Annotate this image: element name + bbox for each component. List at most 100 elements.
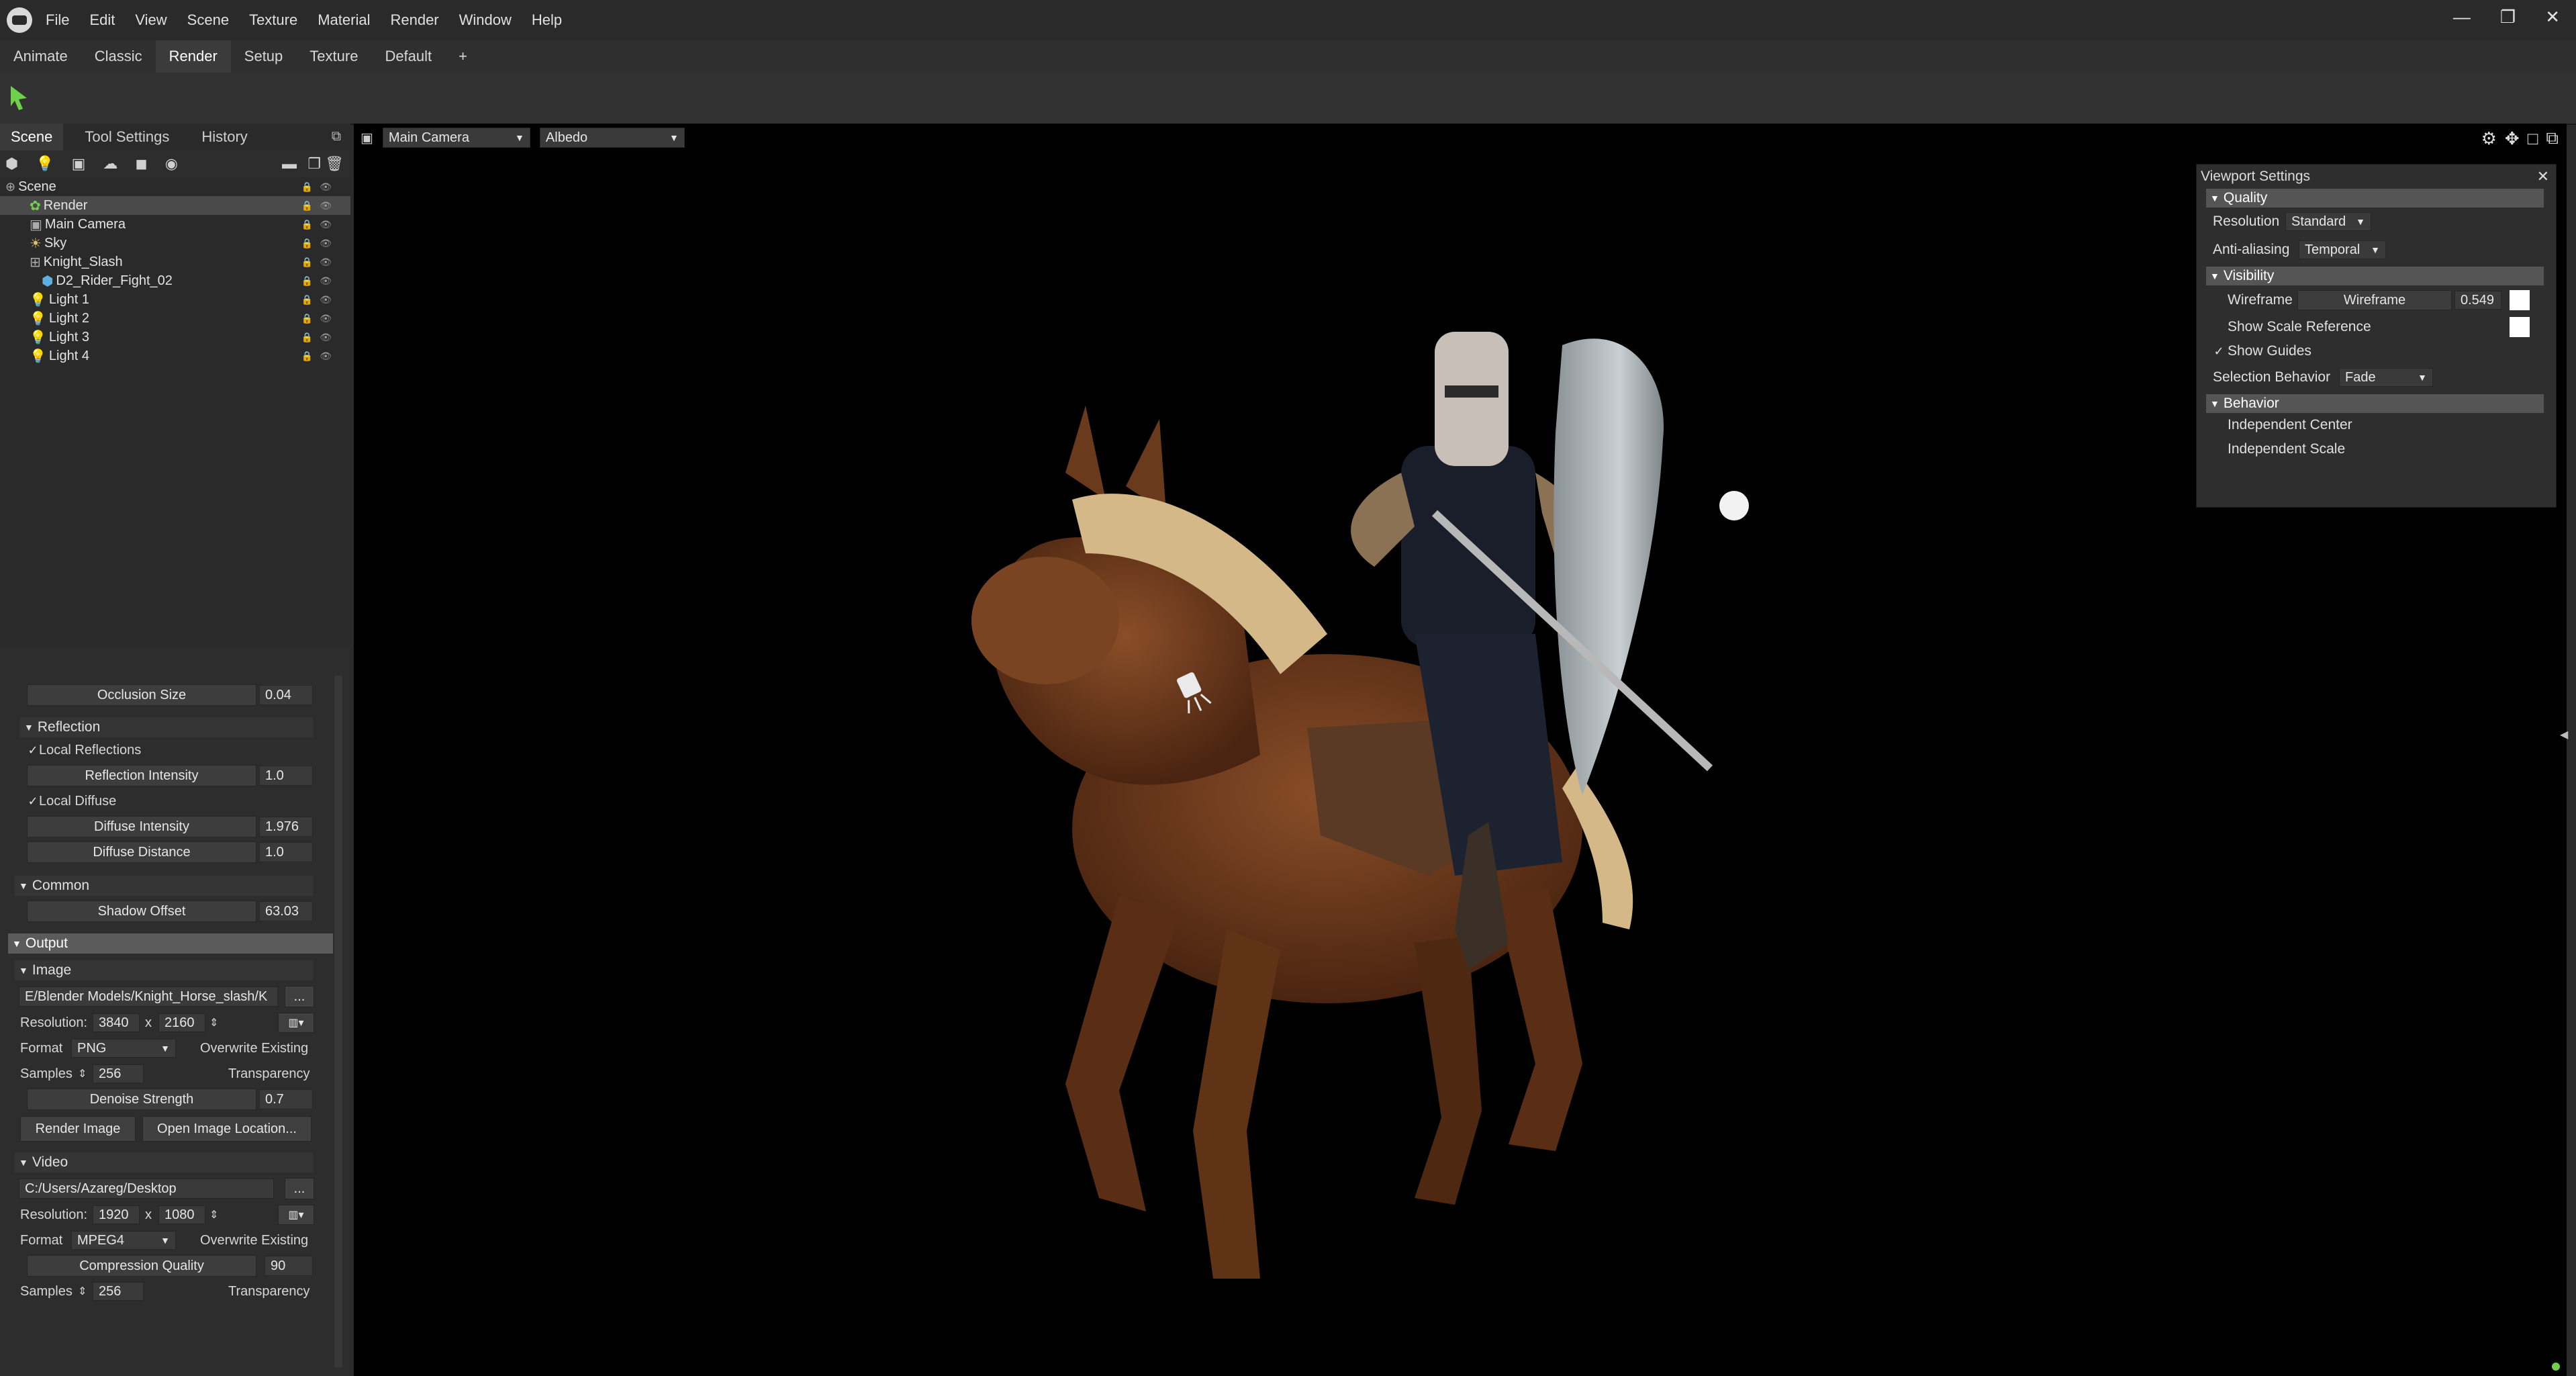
- wireframe-checkbox[interactable]: [2213, 294, 2225, 306]
- resolution-preset-button[interactable]: ▥▾: [278, 1013, 314, 1033]
- video-samples-input[interactable]: 256: [93, 1282, 144, 1301]
- close-icon[interactable]: ✕: [2545, 7, 2560, 28]
- diffuse-distance-slider[interactable]: Diffuse Distance: [27, 841, 256, 863]
- stepper-icon[interactable]: ⇕: [78, 1067, 87, 1081]
- scale-reference-color-swatch[interactable]: [2510, 317, 2530, 337]
- video-browse-button[interactable]: ...: [285, 1178, 314, 1199]
- common-section[interactable]: ▼ Common: [15, 876, 313, 896]
- antialiasing-dropdown[interactable]: Temporal ▼: [2299, 240, 2386, 259]
- local-diffuse-checkbox[interactable]: ✓: [27, 794, 39, 808]
- restore-icon[interactable]: ❐: [2500, 7, 2516, 28]
- add-group-icon[interactable]: ☁: [103, 155, 117, 173]
- outliner-item-d2-rider[interactable]: ⬢ D2_Rider_Fight_02 🔒👁: [0, 271, 350, 290]
- add-tab-button[interactable]: +: [445, 40, 481, 73]
- resolution-dropdown[interactable]: Standard ▼: [2285, 212, 2371, 231]
- select-cursor-icon[interactable]: [9, 85, 30, 111]
- add-shape-icon[interactable]: ◼: [135, 155, 147, 173]
- independent-center-checkbox[interactable]: [2213, 419, 2225, 431]
- visibility-section[interactable]: ▼ Visibility: [2206, 267, 2544, 285]
- video-resolution-height[interactable]: 1080: [158, 1205, 205, 1224]
- add-object-icon[interactable]: ⬢: [5, 155, 18, 173]
- add-material-icon[interactable]: ◉: [165, 155, 178, 173]
- outliner-item-knight-slash[interactable]: ⊞ Knight_Slash 🔒👁: [0, 253, 350, 271]
- denoise-strength-input[interactable]: 0.7: [259, 1089, 313, 1109]
- video-resolution-width[interactable]: 1920: [93, 1205, 140, 1224]
- menu-render[interactable]: Render: [390, 11, 438, 29]
- image-section[interactable]: ▼ Image: [15, 960, 313, 980]
- outliner-item-light-3[interactable]: 💡 Light 3 🔒👁: [0, 328, 350, 347]
- quality-section[interactable]: ▼ Quality: [2206, 189, 2544, 208]
- tab-texture[interactable]: Texture: [296, 40, 371, 73]
- menu-texture[interactable]: Texture: [249, 11, 297, 29]
- reflection-intensity-slider[interactable]: Reflection Intensity: [27, 765, 256, 786]
- denoise-strength-slider[interactable]: Denoise Strength: [27, 1089, 256, 1110]
- outliner-item-render[interactable]: ✿ Render 🔒👁: [0, 196, 350, 215]
- add-light-icon[interactable]: 💡: [36, 155, 54, 173]
- tab-classic[interactable]: Classic: [81, 40, 156, 73]
- occlusion-size-input[interactable]: 0.04: [259, 685, 313, 705]
- lock-visibility-icons[interactable]: 🔒👁: [301, 313, 338, 324]
- wireframe-value-input[interactable]: 0.549: [2454, 291, 2501, 310]
- stepper-icon[interactable]: ⇕: [209, 1016, 218, 1029]
- tab-scene[interactable]: Scene: [0, 124, 64, 150]
- compression-quality-slider[interactable]: Compression Quality: [27, 1255, 256, 1277]
- add-camera-icon[interactable]: ▣: [72, 155, 86, 173]
- minimize-icon[interactable]: —: [2453, 7, 2471, 28]
- duplicate-icon[interactable]: ❐: [307, 155, 321, 173]
- outliner-item-sky[interactable]: ☀ Sky 🔒👁: [0, 234, 350, 253]
- selection-behavior-dropdown[interactable]: Fade ▼: [2339, 368, 2433, 387]
- shadow-offset-slider[interactable]: Shadow Offset: [27, 901, 256, 922]
- behavior-section[interactable]: ▼ Behavior: [2206, 394, 2544, 413]
- side-collapse-arrow-icon[interactable]: ◀: [2560, 728, 2568, 755]
- outliner-item-light-1[interactable]: 💡 Light 1 🔒👁: [0, 290, 350, 309]
- tab-animate[interactable]: Animate: [0, 40, 81, 73]
- video-resolution-preset-button[interactable]: ▥▾: [278, 1205, 314, 1225]
- tab-render[interactable]: Render: [155, 40, 231, 73]
- independent-scale-checkbox[interactable]: [2213, 443, 2225, 455]
- stepper-icon[interactable]: ⇕: [78, 1285, 87, 1298]
- stepper-icon[interactable]: ⇕: [209, 1208, 218, 1222]
- lock-visibility-icons[interactable]: 🔒👁: [301, 219, 338, 230]
- image-resolution-height[interactable]: 2160: [158, 1013, 205, 1032]
- outliner-item-light-4[interactable]: 💡 Light 4 🔒👁: [0, 347, 350, 365]
- video-format-dropdown[interactable]: MPEG4 ▼: [71, 1231, 176, 1250]
- open-image-location-button[interactable]: Open Image Location...: [142, 1116, 312, 1142]
- show-scale-reference-checkbox[interactable]: [2213, 321, 2225, 333]
- menu-help[interactable]: Help: [532, 11, 562, 29]
- menu-scene[interactable]: Scene: [187, 11, 229, 29]
- wireframe-color-swatch[interactable]: [2510, 290, 2530, 310]
- folder-icon[interactable]: ▬: [282, 155, 297, 173]
- output-section[interactable]: ▼ Output: [8, 933, 333, 954]
- video-path-input[interactable]: C:/Users/Azareg/Desktop: [19, 1179, 274, 1199]
- outliner-item-light-2[interactable]: 💡 Light 2 🔒👁: [0, 309, 350, 328]
- lock-visibility-icons[interactable]: 🔒👁: [301, 257, 338, 268]
- lock-visibility-icons[interactable]: 🔒👁: [301, 238, 338, 249]
- diffuse-distance-input[interactable]: 1.0: [259, 842, 313, 862]
- render-image-button[interactable]: Render Image: [20, 1116, 136, 1142]
- shadow-offset-input[interactable]: 63.03: [259, 901, 313, 921]
- menu-material[interactable]: Material: [318, 11, 370, 29]
- close-icon[interactable]: ✕: [2537, 168, 2549, 185]
- lock-visibility-icons[interactable]: 🔒👁: [301, 275, 338, 287]
- lock-visibility-icons[interactable]: 🔒👁: [301, 294, 338, 306]
- image-resolution-width[interactable]: 3840: [93, 1013, 140, 1032]
- lock-visibility-icons[interactable]: 🔒👁: [301, 200, 338, 212]
- outliner-item-main-camera[interactable]: ▣ Main Camera 🔒👁: [0, 215, 350, 234]
- compression-quality-input[interactable]: 90: [265, 1256, 313, 1276]
- menu-view[interactable]: View: [135, 11, 166, 29]
- wireframe-slider[interactable]: Wireframe: [2297, 290, 2452, 310]
- occlusion-size-slider[interactable]: Occlusion Size: [27, 684, 256, 706]
- lock-visibility-icons[interactable]: 🔒👁: [301, 181, 338, 193]
- properties-scrollbar[interactable]: [334, 676, 342, 1367]
- tab-tool-settings[interactable]: Tool Settings: [74, 124, 180, 150]
- reflection-intensity-input[interactable]: 1.0: [259, 766, 313, 786]
- tab-history[interactable]: History: [191, 124, 258, 150]
- outliner-item-scene[interactable]: ⊕ Scene 🔒👁: [0, 177, 350, 196]
- diffuse-intensity-slider[interactable]: Diffuse Intensity: [27, 816, 256, 837]
- local-reflections-checkbox[interactable]: ✓: [27, 743, 39, 757]
- reflection-section[interactable]: ▼ Reflection: [20, 717, 313, 737]
- lock-visibility-icons[interactable]: 🔒👁: [301, 351, 338, 362]
- image-path-input[interactable]: E/Blender Models/Knight_Horse_slash/K: [19, 987, 278, 1007]
- image-browse-button[interactable]: ...: [285, 986, 314, 1007]
- diffuse-intensity-input[interactable]: 1.976: [259, 817, 313, 837]
